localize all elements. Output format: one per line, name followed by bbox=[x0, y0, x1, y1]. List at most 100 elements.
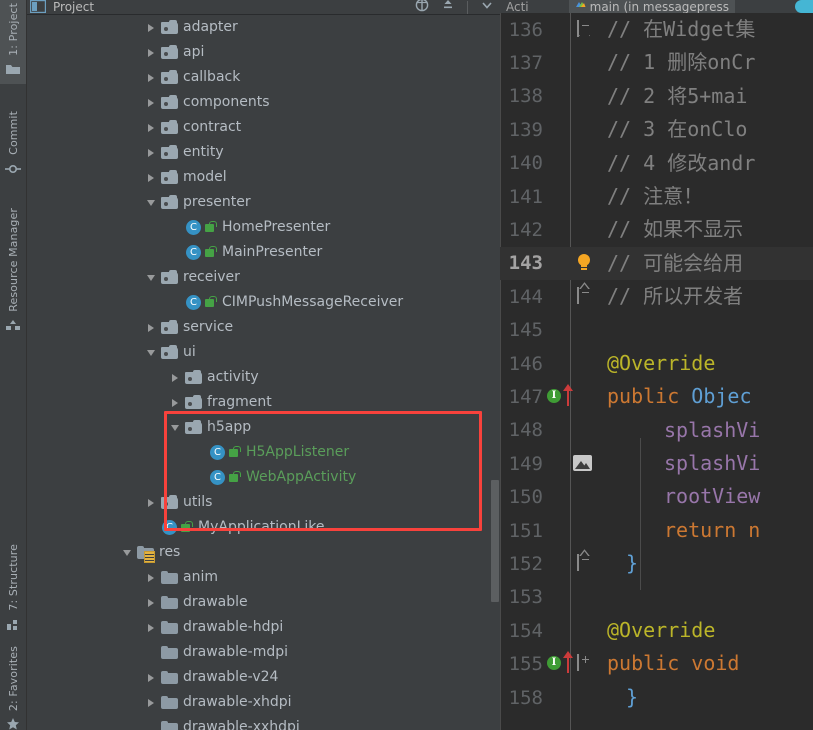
code-line[interactable]: 147 Ipublic Objec bbox=[500, 380, 813, 413]
tree-item-entity[interactable]: entity bbox=[27, 140, 500, 165]
code-line[interactable]: 148 splashVi bbox=[500, 414, 813, 447]
gutter-marker-slot bbox=[546, 447, 570, 480]
project-tree[interactable]: adapter api callback components contract enti… bbox=[27, 15, 500, 730]
code-line[interactable]: 146 @Override bbox=[500, 347, 813, 380]
implements-method-icon[interactable]: I bbox=[547, 389, 562, 404]
code-line[interactable]: 151 return n bbox=[500, 514, 813, 547]
code-line[interactable]: 153 bbox=[500, 581, 813, 614]
tree-item-callback[interactable]: callback bbox=[27, 65, 500, 90]
tree-item-api[interactable]: api bbox=[27, 40, 500, 65]
chevron-right-icon[interactable] bbox=[145, 71, 158, 84]
sidebar-item-resource-manager[interactable]: Resource Manager bbox=[0, 205, 26, 340]
chevron-right-icon[interactable] bbox=[169, 371, 182, 384]
chevron-right-icon[interactable] bbox=[145, 671, 158, 684]
tree-item-cimpushmessagereceiver[interactable]: C CIMPushMessageReceiver bbox=[27, 290, 500, 315]
code-line[interactable]: 145 bbox=[500, 314, 813, 347]
sidebar-item-favorites[interactable]: 2: Favorites bbox=[0, 643, 26, 730]
chevron-right-icon[interactable] bbox=[145, 21, 158, 34]
tree-item-drawable-mdpi[interactable]: drawable-mdpi bbox=[27, 640, 500, 665]
chevron-right-icon[interactable] bbox=[145, 121, 158, 134]
chevron-down-icon[interactable] bbox=[145, 196, 158, 209]
tree-item-components[interactable]: components bbox=[27, 90, 500, 115]
fold-end-icon[interactable] bbox=[577, 287, 592, 305]
chevron-right-icon[interactable] bbox=[145, 46, 158, 59]
tree-item-service[interactable]: service bbox=[27, 315, 500, 340]
chevron-right-icon[interactable] bbox=[145, 496, 158, 509]
editor-text-area[interactable]: 136 // 在Widget集 137 // 1 删除onCr 138 // 2 将5+m… bbox=[500, 13, 813, 730]
fold-end-icon[interactable] bbox=[577, 554, 592, 572]
tree-item-adapter[interactable]: adapter bbox=[27, 15, 500, 40]
tree-item-h5app[interactable]: h5app bbox=[27, 415, 500, 440]
fold-collapse-icon[interactable] bbox=[577, 20, 592, 37]
image-resource-icon[interactable] bbox=[573, 455, 592, 472]
code-line[interactable]: 136 // 在Widget集 bbox=[500, 13, 813, 46]
tree-item-res[interactable]: res bbox=[27, 540, 500, 565]
project-tree-scrollbar-thumb[interactable] bbox=[491, 480, 499, 602]
code-line[interactable]: 152} bbox=[500, 547, 813, 580]
chevron-right-icon[interactable] bbox=[145, 321, 158, 334]
chevron-right-icon[interactable] bbox=[145, 571, 158, 584]
tree-item-myapplicationlike[interactable]: C MyApplicationLike bbox=[27, 515, 500, 540]
tab-active-file[interactable]: main (in messagepress bbox=[568, 0, 735, 13]
chevron-right-icon[interactable] bbox=[145, 96, 158, 109]
code-line[interactable]: 149 splashVi bbox=[500, 447, 813, 480]
chevron-right-icon[interactable] bbox=[145, 171, 158, 184]
chevron-right-icon[interactable] bbox=[145, 146, 158, 159]
tree-item-contract[interactable]: contract bbox=[27, 115, 500, 140]
tree-item-homepresenter[interactable]: C HomePresenter bbox=[27, 215, 500, 240]
tree-item-ui[interactable]: ui bbox=[27, 340, 500, 365]
tree-item-receiver[interactable]: receiver bbox=[27, 265, 500, 290]
chevron-right-icon[interactable] bbox=[145, 621, 158, 634]
sidebar-item-project[interactable]: 1: Project bbox=[0, 0, 26, 84]
code-line[interactable]: 143 // 可能会给用 bbox=[500, 246, 813, 281]
code-line[interactable]: 138 // 2 将5+mai bbox=[500, 80, 813, 113]
tree-item-mainpresenter[interactable]: C MainPresenter bbox=[27, 240, 500, 265]
hide-icon[interactable] bbox=[480, 0, 494, 14]
tree-item-activity[interactable]: activity bbox=[27, 365, 500, 390]
tree-item-utils[interactable]: utils bbox=[27, 490, 500, 515]
tree-item-fragment[interactable]: fragment bbox=[27, 390, 500, 415]
tree-item-drawable-hdpi[interactable]: drawable-hdpi bbox=[27, 615, 500, 640]
line-number: 145 bbox=[508, 319, 543, 342]
tree-item-presenter[interactable]: presenter bbox=[27, 190, 500, 215]
tree-item-h5applistener[interactable]: C H5AppListener bbox=[27, 440, 500, 465]
code-line[interactable]: 144 // 所以开发者 bbox=[500, 280, 813, 313]
chevron-right-icon[interactable] bbox=[145, 596, 158, 609]
code-line[interactable]: 158} bbox=[500, 681, 813, 714]
code-line[interactable]: 155 Ipublic void bbox=[500, 647, 813, 680]
tree-item-drawable-xhdpi[interactable]: drawable-xhdpi bbox=[27, 690, 500, 715]
code-line[interactable]: 142 // 如果不显示 bbox=[500, 213, 813, 246]
chevron-down-icon[interactable] bbox=[145, 271, 158, 284]
tree-item-webappactivity[interactable]: C WebAppActivity bbox=[27, 465, 500, 490]
chevron-down-icon[interactable] bbox=[121, 546, 134, 559]
chevron-down-icon[interactable] bbox=[169, 421, 182, 434]
code-line[interactable]: 139 // 3 在onClo bbox=[500, 113, 813, 146]
chevron-right-icon[interactable] bbox=[169, 396, 182, 409]
fold-expand-icon[interactable] bbox=[577, 654, 592, 672]
intention-bulb-icon[interactable] bbox=[577, 253, 591, 272]
tree-item-anim[interactable]: anim bbox=[27, 565, 500, 590]
code-line[interactable]: 137 // 1 删除onCr bbox=[500, 46, 813, 79]
tree-item-drawable[interactable]: drawable bbox=[27, 590, 500, 615]
tab-left-partial[interactable]: Acti bbox=[500, 0, 535, 13]
project-tree-scrollbar[interactable] bbox=[491, 15, 500, 730]
code-text: return n bbox=[664, 514, 760, 547]
sidebar-item-commit[interactable]: Commit bbox=[0, 108, 26, 185]
chevron-right-icon[interactable] bbox=[145, 696, 158, 709]
code-line[interactable]: 141 // 注意！ bbox=[500, 180, 813, 213]
tree-item-model[interactable]: model bbox=[27, 165, 500, 190]
code-line[interactable]: 154 @Override bbox=[500, 614, 813, 647]
settings-icon[interactable] bbox=[441, 0, 455, 14]
tree-item-label: model bbox=[183, 169, 227, 185]
line-number: 153 bbox=[508, 586, 543, 609]
sidebar-item-structure[interactable]: 7: Structure bbox=[0, 541, 26, 639]
collapse-all-icon[interactable] bbox=[415, 0, 429, 14]
chevron-down-icon[interactable] bbox=[145, 346, 158, 359]
tab-overflow-indicator[interactable] bbox=[795, 0, 813, 13]
tree-item-drawable-v24[interactable]: drawable-v24 bbox=[27, 665, 500, 690]
commit-icon bbox=[5, 161, 21, 181]
tree-item-drawable-xxhdpi[interactable]: drawable-xxhdpi bbox=[27, 715, 500, 730]
code-line[interactable]: 150 rootView bbox=[500, 480, 813, 513]
implements-method-icon[interactable]: I bbox=[547, 656, 562, 671]
code-line[interactable]: 140 // 4 修改andr bbox=[500, 147, 813, 180]
